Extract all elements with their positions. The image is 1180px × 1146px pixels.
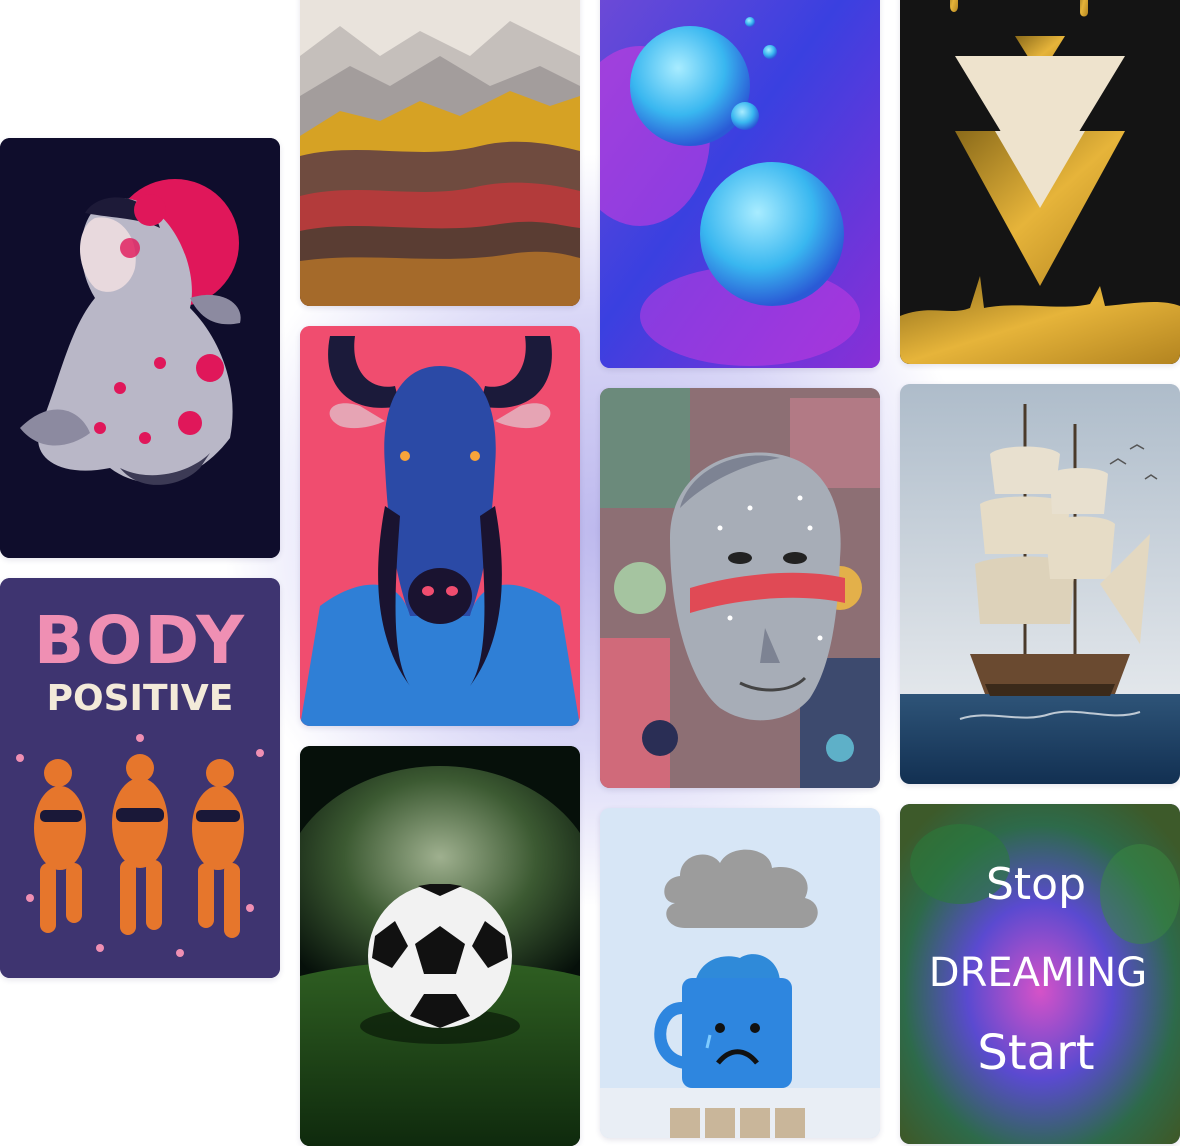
poster-card-wildebeest[interactable] — [300, 326, 580, 726]
poster-card-cyber-head[interactable] — [600, 388, 880, 788]
bull-portrait-icon — [300, 326, 580, 726]
poster-card-body-positive[interactable]: BODY POSITIVE — [0, 578, 280, 978]
statue-head-collage-icon — [600, 388, 880, 788]
rain-cloud-mug-icon — [600, 808, 880, 1138]
floating-spheres-3d-icon — [600, 0, 880, 368]
poster-card-gold-triangles[interactable] — [900, 0, 1180, 364]
poster-card-geisha[interactable] — [0, 138, 280, 558]
poster-card-stop-dreaming[interactable]: Stop DREAMING Start — [900, 804, 1180, 1144]
quote-line-start: Start — [977, 1025, 1094, 1081]
gold-triangles-abstract-icon — [900, 0, 1180, 364]
quote-line-stop: Stop — [986, 859, 1086, 910]
quote-line-dreaming: DREAMING — [929, 950, 1147, 996]
poster-card-golden-mountains[interactable] — [300, 0, 580, 306]
dancing-women-illustration-icon: BODY POSITIVE — [0, 578, 280, 978]
mountain-landscape-icon — [300, 0, 580, 306]
poster-card-sad-mug[interactable] — [600, 808, 880, 1138]
poster-title-body: BODY — [34, 602, 246, 679]
geisha-illustration-icon — [0, 138, 280, 558]
poster-card-soccer-ball[interactable] — [300, 746, 580, 1146]
poster-card-sailing-ship[interactable] — [900, 384, 1180, 784]
poster-card-spheres[interactable] — [600, 0, 880, 368]
soccer-ball-photo-icon — [300, 746, 580, 1146]
tall-ship-painting-icon — [900, 384, 1180, 784]
poster-subtitle-positive: POSITIVE — [47, 678, 234, 719]
motivational-quote-icon: Stop DREAMING Start — [900, 804, 1180, 1144]
